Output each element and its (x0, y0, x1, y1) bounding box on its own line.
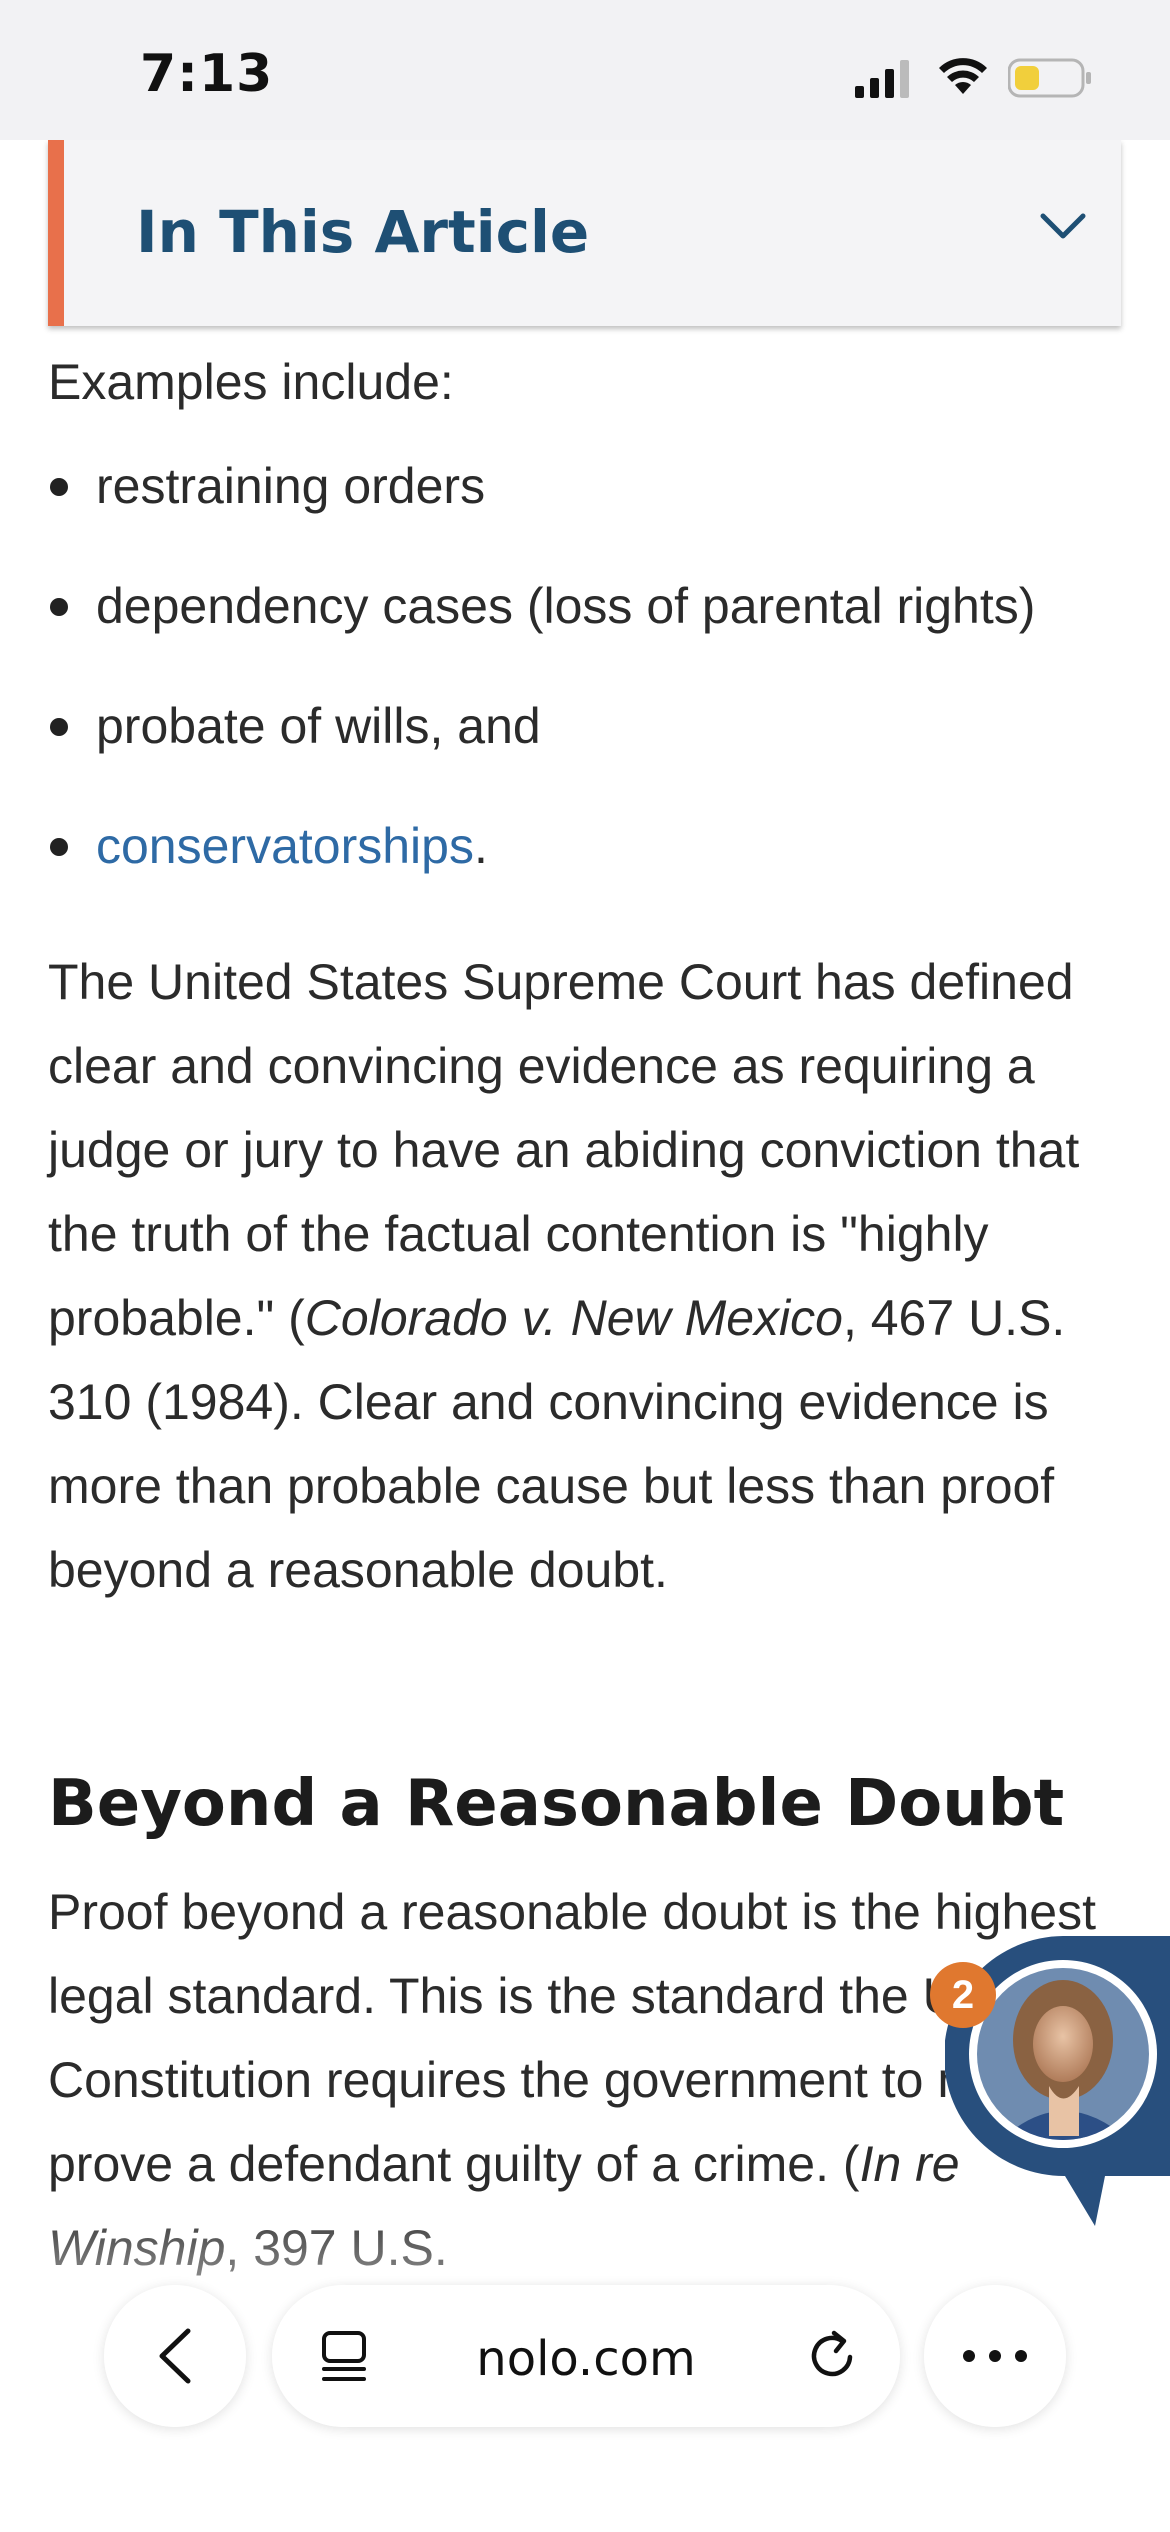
chevron-down-icon (1040, 213, 1086, 239)
examples-intro: Examples include: (48, 354, 454, 410)
section-heading: Beyond a Reasonable Doubt (48, 1767, 1065, 1841)
back-button[interactable] (104, 2285, 246, 2427)
list-item-text: restraining orders (96, 458, 486, 514)
ellipsis-icon (963, 2350, 1027, 2362)
chevron-left-icon (159, 2328, 191, 2384)
notification-badge: 2 (930, 1962, 996, 2028)
paragraph-text: The United States Supreme Court has defi… (48, 954, 1080, 1346)
list-item: dependency cases (loss of parental right… (48, 564, 1128, 648)
paragraph-text: , 397 U.S. (225, 2220, 448, 2276)
browser-toolbar: nolo.com (0, 2285, 1170, 2435)
list-item-text: dependency cases (loss of parental right… (96, 578, 1036, 634)
reload-icon[interactable] (804, 2327, 862, 2385)
address-bar[interactable]: nolo.com (272, 2285, 900, 2427)
toc-title: In This Article (136, 198, 590, 266)
status-bar: 7:13 (0, 0, 1170, 140)
battery-icon (1008, 58, 1091, 98)
wifi-icon (939, 58, 987, 94)
list-item: restraining orders (48, 444, 1128, 528)
list-item-suffix: . (473, 818, 488, 874)
cellular-signal-icon (855, 60, 909, 98)
list-item: conservatorships. (48, 804, 1128, 888)
list-item-text: probate of wills, and (96, 698, 541, 754)
clear-convincing-paragraph: The United States Supreme Court has defi… (48, 940, 1128, 1612)
status-time: 7:13 (140, 44, 274, 104)
in-this-article-toggle[interactable]: In This Article (48, 140, 1121, 326)
conservatorships-link[interactable]: conservatorships (96, 818, 474, 874)
more-options-button[interactable] (924, 2285, 1066, 2427)
examples-list: restraining orders dependency cases (los… (48, 444, 1128, 888)
case-citation: Colorado v. New Mexico (304, 1290, 843, 1346)
list-item: probate of wills, and (48, 684, 1128, 768)
